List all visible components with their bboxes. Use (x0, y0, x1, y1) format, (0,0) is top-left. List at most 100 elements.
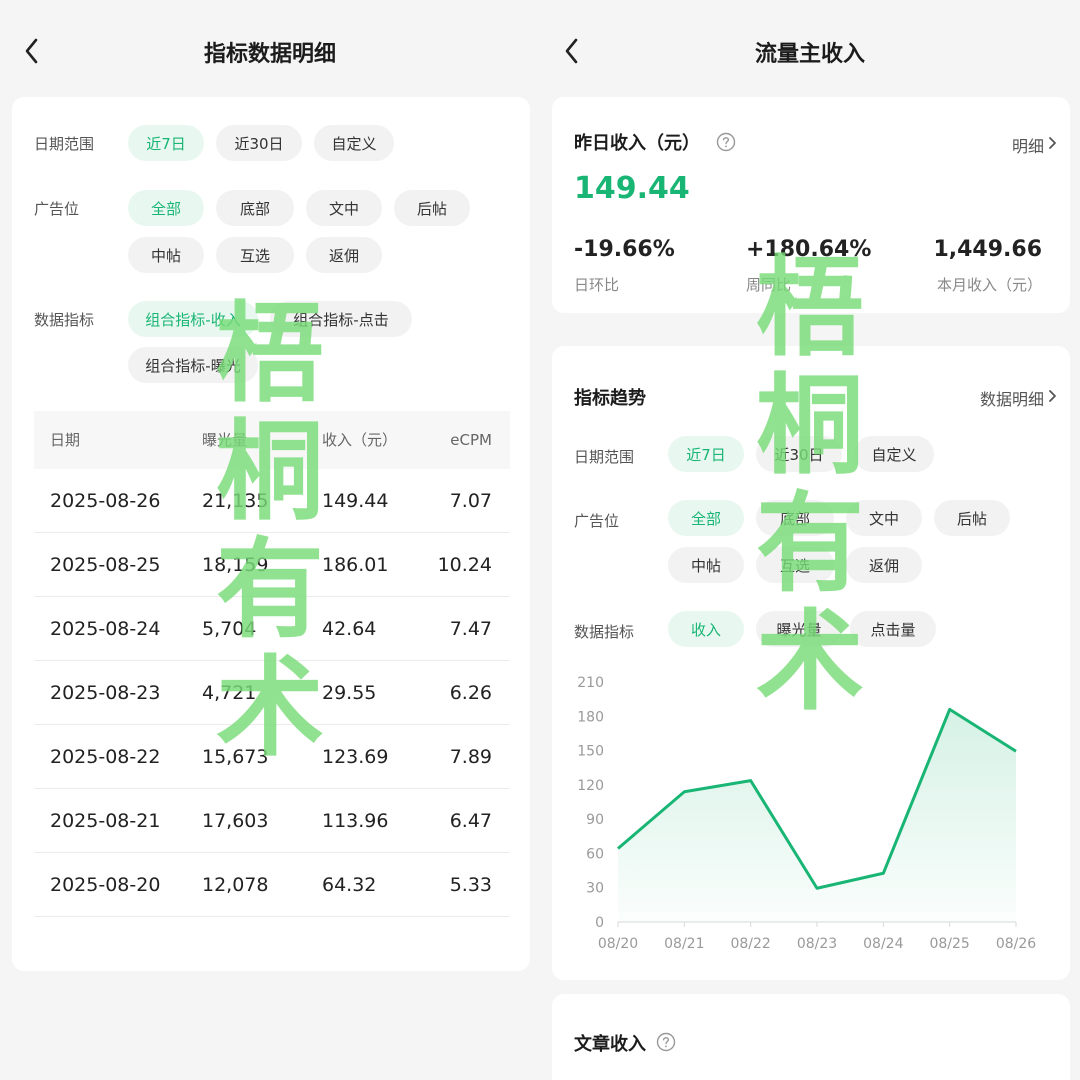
chip-combo-revenue[interactable]: 组合指标-收入 (128, 301, 258, 337)
cell-date: 2025-08-20 (50, 874, 161, 896)
chip-revenue[interactable]: 收入 (668, 611, 744, 647)
chip-rebate[interactable]: 返佣 (846, 547, 922, 583)
cell-revenue: 123.69 (322, 746, 389, 768)
x-tick-label: 08/22 (730, 936, 770, 952)
chip-mutual[interactable]: 互选 (756, 547, 834, 583)
cell-ecpm: 7.47 (449, 618, 492, 640)
x-axis-ticks (617, 922, 1017, 927)
chip-clicks[interactable]: 点击量 (850, 611, 936, 647)
table-row: 2025-08-25 18,159 186.01 10.24 (34, 533, 510, 597)
col-impressions: 曝光量 (202, 431, 248, 449)
chip-30d[interactable]: 近30日 (216, 125, 302, 161)
cell-ecpm: 6.47 (449, 810, 492, 832)
cell-impressions: 18,159 (202, 554, 269, 576)
cell-ecpm: 5.33 (449, 874, 492, 896)
cell-date: 2025-08-21 (50, 810, 161, 832)
chip-30d[interactable]: 近30日 (756, 436, 842, 472)
chevron-right-icon (1049, 137, 1056, 149)
col-date: 日期 (50, 431, 81, 449)
chip-mutual[interactable]: 互选 (216, 237, 294, 273)
cell-date: 2025-08-25 (50, 554, 161, 576)
revenue-trend-chart: 0 30 60 90 120 150 180 210 08/20 08/21 08/22 08/23… (577, 675, 1036, 952)
series-area (618, 709, 1016, 922)
chip-all[interactable]: 全部 (668, 500, 744, 536)
table-row: 2025-08-21 17,603 113.96 6.47 (34, 789, 510, 853)
y-tick-label: 180 (577, 709, 604, 725)
chevron-right-icon (1049, 390, 1056, 402)
cell-impressions: 12,078 (202, 874, 269, 896)
cell-date: 2025-08-23 (50, 682, 161, 704)
chip-in-article[interactable]: 文中 (306, 190, 382, 226)
chip-bottom[interactable]: 底部 (216, 190, 294, 226)
filter-table-card: 日期范围 近7日 近30日 自定义 广告位 全部 底部 文中 后帖 中帖 互选 … (12, 97, 530, 971)
chip-combo-exposure[interactable]: 组合指标-曝光 (128, 347, 258, 383)
cell-revenue: 186.01 (322, 554, 389, 576)
table-header: 日期 曝光量 收入（元） eCPM (34, 411, 510, 469)
cell-ecpm: 10.24 (437, 554, 492, 576)
table-row: 2025-08-23 4,721 29.55 6.26 (34, 661, 510, 725)
chip-impressions[interactable]: 曝光量 (756, 611, 842, 647)
navbar: 指标数据明细 (0, 0, 540, 100)
chip-7d[interactable]: 近7日 (668, 436, 744, 472)
date-range-label: 日期范围 (574, 448, 635, 466)
stat-day-value: -19.66% (574, 237, 675, 262)
cell-ecpm: 7.07 (449, 490, 492, 512)
cell-revenue: 149.44 (322, 490, 389, 512)
y-tick-label: 90 (586, 812, 604, 828)
stat-week-value: +180.64% (746, 237, 872, 262)
y-tick-label: 210 (577, 675, 604, 691)
x-tick-label: 08/24 (863, 936, 903, 952)
page-title: 指标数据明细 (203, 42, 336, 67)
y-tick-label: 30 (586, 881, 604, 897)
ad-slot-label: 广告位 (574, 512, 620, 530)
chip-combo-click[interactable]: 组合指标-点击 (270, 301, 412, 337)
navbar: 流量主收入 (540, 0, 1080, 100)
table-row: 2025-08-22 15,673 123.69 7.89 (34, 725, 510, 789)
cell-revenue: 64.32 (322, 874, 377, 896)
date-range-label: 日期范围 (34, 135, 95, 153)
income-card: 昨日收入（元） 明细 149.44 -19.66% 日环比 +180.64% 周… (552, 97, 1070, 313)
cell-date: 2025-08-26 (50, 490, 161, 512)
y-tick-label: 0 (595, 915, 604, 931)
chip-custom[interactable]: 自定义 (314, 125, 394, 161)
cell-date: 2025-08-22 (50, 746, 161, 768)
metric-detail-screen: 指标数据明细 日期范围 近7日 近30日 自定义 广告位 全部 底部 文中 后帖… (0, 0, 540, 1080)
col-revenue: 收入（元） (322, 431, 398, 449)
cell-revenue: 42.64 (322, 618, 377, 640)
y-tick-label: 150 (577, 744, 604, 760)
yesterday-income-value: 149.44 (574, 171, 690, 206)
col-ecpm: eCPM (450, 431, 492, 449)
chip-bottom[interactable]: 底部 (756, 500, 834, 536)
question-circle-icon[interactable] (656, 1032, 676, 1052)
stat-month-label: 本月收入（元） (936, 276, 1042, 294)
income-detail-link[interactable]: 明细 (1012, 133, 1044, 157)
metric-label: 数据指标 (34, 311, 95, 329)
trend-detail-link[interactable]: 数据明细 (980, 386, 1044, 410)
x-axis: 08/20 08/21 08/22 08/23 08/24 08/25 08/26 (598, 936, 1036, 952)
chip-post[interactable]: 后帖 (394, 190, 470, 226)
chip-mid[interactable]: 中帖 (128, 237, 204, 273)
stat-month-value: 1,449.66 (933, 237, 1042, 262)
chip-7d[interactable]: 近7日 (128, 125, 204, 161)
stat-week-label: 周同比 (746, 276, 792, 294)
y-axis: 0 30 60 90 120 150 180 210 (577, 675, 604, 931)
question-circle-icon[interactable] (716, 132, 736, 152)
chip-custom[interactable]: 自定义 (854, 436, 934, 472)
cell-impressions: 17,603 (202, 810, 269, 832)
cell-ecpm: 7.89 (449, 746, 492, 768)
chip-in-article[interactable]: 文中 (846, 500, 922, 536)
chip-post[interactable]: 后帖 (934, 500, 1010, 536)
page-title: 流量主收入 (754, 42, 865, 67)
chip-rebate[interactable]: 返佣 (306, 237, 382, 273)
x-tick-label: 08/20 (598, 936, 638, 952)
cell-impressions: 21,135 (202, 490, 269, 512)
y-tick-label: 60 (586, 846, 604, 862)
x-tick-label: 08/26 (996, 936, 1036, 952)
cell-ecpm: 6.26 (449, 682, 492, 704)
table-row: 2025-08-26 21,135 149.44 7.07 (34, 469, 510, 533)
cell-impressions: 5,704 (202, 618, 257, 640)
x-tick-label: 08/25 (929, 936, 969, 952)
chip-mid[interactable]: 中帖 (668, 547, 744, 583)
cell-date: 2025-08-24 (50, 618, 161, 640)
chip-all[interactable]: 全部 (128, 190, 204, 226)
